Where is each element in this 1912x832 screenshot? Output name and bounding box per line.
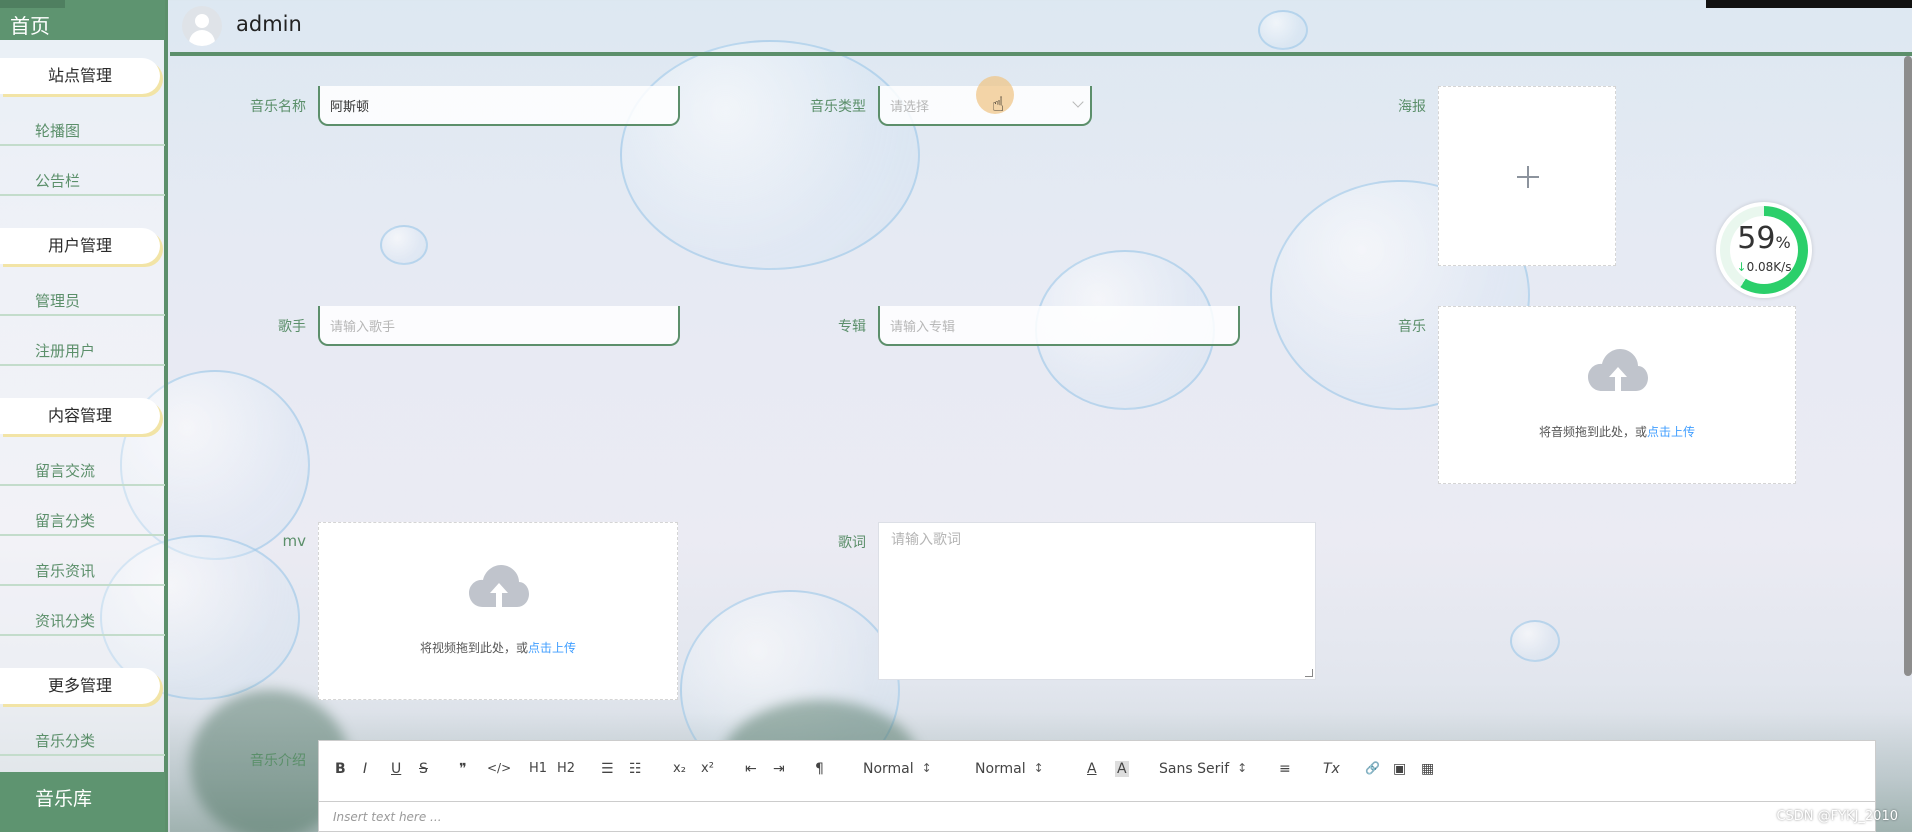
editor-body[interactable]: Insert text here ... <box>318 802 1876 832</box>
text-color-button[interactable]: A <box>1087 761 1097 777</box>
music-upload[interactable]: 将音频拖到此处，或点击上传 <box>1438 306 1796 484</box>
mv-label: mv <box>282 532 307 550</box>
header-select[interactable]: Normal <box>975 761 1043 777</box>
mv-upload[interactable]: 将视频拖到此处，或点击上传 <box>318 522 678 700</box>
code-block-button[interactable]: </> <box>487 761 511 775</box>
bubble-decoration <box>1510 620 1560 662</box>
avatar-body <box>189 30 215 46</box>
music-name-input[interactable]: 阿斯顿 <box>318 86 680 126</box>
speed-rate: ↓0.08K/s <box>1730 260 1798 274</box>
outdent-button[interactable]: ⇤ <box>745 761 757 777</box>
username: admin <box>236 12 302 36</box>
bubble-decoration <box>620 40 920 270</box>
watermark: CSDN @FYKJ_2010 <box>1776 809 1898 824</box>
speed-percent-value: 59 <box>1737 221 1776 256</box>
align-button[interactable]: ≡ <box>1279 761 1291 777</box>
music-label: 音乐 <box>1398 319 1426 335</box>
speed-rate-value: 0.08K/s <box>1746 260 1792 274</box>
mv-upload-link[interactable]: 点击上传 <box>528 641 576 655</box>
underline-button[interactable]: U <box>391 761 401 777</box>
header2-button[interactable]: H2 <box>557 761 575 776</box>
sidebar-item-music-categories[interactable]: 音乐分类 <box>0 728 165 756</box>
music-type-label: 音乐类型 <box>810 99 866 115</box>
speed-percent-unit: % <box>1775 233 1791 252</box>
sidebar-group-more[interactable]: 更多管理 <box>0 668 160 704</box>
image-button[interactable]: ▣ <box>1393 761 1406 777</box>
top-header: admin <box>170 0 1912 56</box>
blockquote-button[interactable]: ❞ <box>459 761 467 777</box>
sidebar-group-site[interactable]: 站点管理 <box>0 58 160 94</box>
sidebar-music-library-label: 音乐库 <box>35 788 93 810</box>
link-button[interactable]: 🔗 <box>1365 761 1380 775</box>
top-right-bar <box>1706 0 1912 8</box>
cloud-upload-icon <box>1588 349 1648 393</box>
sidebar: 首页 站点管理 轮播图 公告栏 用户管理 管理员 注册用户 内容管理 留言交流 … <box>0 0 168 832</box>
speed-inner: 59% ↓0.08K/s <box>1730 216 1798 284</box>
sidebar-item-admins[interactable]: 管理员 <box>0 288 165 316</box>
sidebar-item-carousel[interactable]: 轮播图 <box>0 118 165 146</box>
sidebar-item-music-news[interactable]: 音乐资讯 <box>0 558 165 586</box>
music-upload-hint: 将音频拖到此处，或点击上传 <box>1439 423 1795 440</box>
text-direction-button[interactable]: ¶ <box>815 761 824 777</box>
avatar-head <box>195 14 209 28</box>
speed-progress-ring: 59% ↓0.08K/s <box>1720 206 1808 294</box>
indent-button[interactable]: ⇥ <box>773 761 785 777</box>
music-upload-link[interactable]: 点击上传 <box>1647 425 1695 439</box>
italic-button[interactable]: I <box>363 761 367 777</box>
bullet-list-button[interactable]: ☷ <box>629 761 642 777</box>
chevron-down-icon <box>1072 96 1084 108</box>
sidebar-music-library[interactable]: 音乐库 <box>0 772 165 832</box>
background-color-button[interactable]: A <box>1115 761 1129 777</box>
font-size-select[interactable]: Normal <box>863 761 931 777</box>
poster-label: 海报 <box>1398 99 1426 115</box>
sidebar-item-registered-users[interactable]: 注册用户 <box>0 338 165 366</box>
resize-handle-icon[interactable] <box>1305 669 1313 677</box>
page-scrollbar[interactable] <box>1904 56 1912 676</box>
music-upload-hint-text: 将音频拖到此处，或 <box>1538 425 1647 439</box>
video-button[interactable]: ▦ <box>1421 761 1434 777</box>
bold-button[interactable]: B <box>335 761 346 777</box>
album-input[interactable]: 请输入专辑 <box>878 306 1240 346</box>
speed-percent: 59% <box>1730 222 1798 260</box>
header1-button[interactable]: H1 <box>529 761 547 776</box>
album-label: 专辑 <box>838 319 866 335</box>
sidebar-group-users[interactable]: 用户管理 <box>0 228 160 264</box>
music-name-label: 音乐名称 <box>250 99 306 115</box>
clean-format-button[interactable]: Tx <box>1323 761 1340 777</box>
lyrics-label: 歌词 <box>838 535 866 551</box>
sidebar-home-bar <box>0 0 65 8</box>
strike-button[interactable]: S <box>419 761 428 777</box>
sidebar-home-label: 首页 <box>10 14 50 38</box>
singer-label: 歌手 <box>278 319 306 335</box>
sidebar-group-content[interactable]: 内容管理 <box>0 398 160 434</box>
music-type-placeholder: 请选择 <box>890 100 930 115</box>
sidebar-item-messages[interactable]: 留言交流 <box>0 458 165 486</box>
down-arrow-icon: ↓ <box>1736 260 1747 274</box>
subscript-button[interactable]: x₂ <box>673 761 686 776</box>
editor-toolbar: B I U S ❞ </> H1 H2 ☰ ☷ x₂ x² ⇤ ⇥ ¶ Norm… <box>318 740 1876 802</box>
intro-label: 音乐介绍 <box>250 753 306 769</box>
sidebar-home[interactable]: 首页 <box>0 0 165 40</box>
plus-icon-bar <box>1517 176 1539 178</box>
bubble-decoration <box>380 225 428 265</box>
sidebar-item-notice[interactable]: 公告栏 <box>0 168 165 196</box>
avatar[interactable] <box>182 6 222 46</box>
mv-upload-hint: 将视频拖到此处，或点击上传 <box>319 639 677 656</box>
mv-upload-hint-text: 将视频拖到此处，或 <box>419 641 528 655</box>
ordered-list-button[interactable]: ☰ <box>601 761 614 777</box>
cloud-upload-icon <box>469 565 529 609</box>
superscript-button[interactable]: x² <box>701 761 714 776</box>
poster-upload[interactable] <box>1438 86 1616 266</box>
sidebar-item-news-categories[interactable]: 资讯分类 <box>0 608 165 636</box>
hand-cursor-icon: ☝ <box>992 92 1005 116</box>
network-speed-widget[interactable]: 59% ↓0.08K/s <box>1716 202 1812 298</box>
font-family-select[interactable]: Sans Serif <box>1159 761 1247 777</box>
lyrics-textarea[interactable]: 请输入歌词 <box>878 522 1316 680</box>
lyrics-placeholder: 请输入歌词 <box>891 532 961 548</box>
singer-input[interactable]: 请输入歌手 <box>318 306 680 346</box>
sidebar-item-message-categories[interactable]: 留言分类 <box>0 508 165 536</box>
